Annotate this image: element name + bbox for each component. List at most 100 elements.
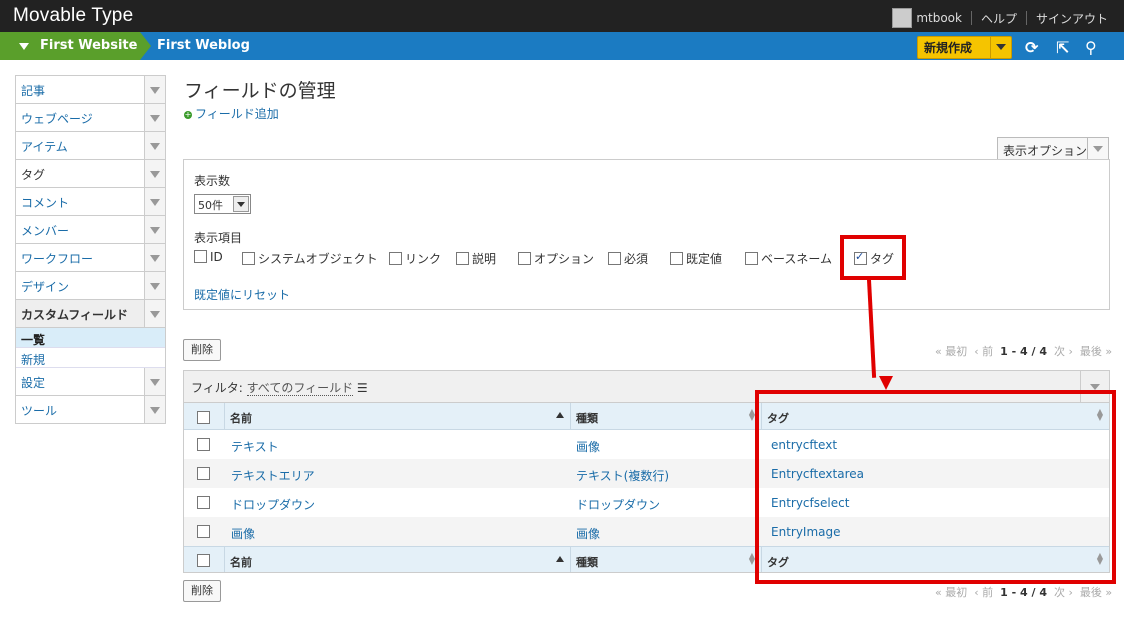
column-option-basename[interactable]: ベースネーム	[745, 250, 832, 267]
sidebar-item-workflow[interactable]: ワークフロー	[16, 244, 165, 272]
help-link[interactable]: ヘルプ	[981, 10, 1017, 27]
field-type-link[interactable]: 画像	[576, 438, 600, 455]
chevron-down-icon[interactable]	[144, 216, 165, 243]
sidebar-item-tags[interactable]: タグ	[16, 160, 165, 188]
row-checkbox[interactable]	[197, 438, 210, 451]
chevron-down-icon[interactable]	[144, 160, 165, 187]
column-option-system-object[interactable]: システムオブジェクト	[242, 250, 378, 267]
sidebar-item-tools[interactable]: ツール	[16, 396, 165, 423]
caret-down-icon	[19, 43, 29, 50]
chevron-down-icon[interactable]	[144, 132, 165, 159]
sidebar-item-assets[interactable]: アイテム	[16, 132, 165, 160]
pager-last: 最後 »	[1079, 345, 1113, 358]
view-site-icon[interactable]: ⇱	[1056, 38, 1069, 57]
chevron-down-icon[interactable]	[144, 396, 165, 423]
checkbox[interactable]	[518, 252, 531, 265]
search-icon[interactable]: ⚲	[1085, 38, 1097, 57]
chevron-down-icon[interactable]	[144, 244, 165, 271]
field-name-link[interactable]: テキスト	[231, 438, 279, 455]
chevron-down-icon[interactable]	[144, 104, 165, 131]
per-page-label: 表示数	[194, 174, 231, 188]
sidebar-item-custom-fields[interactable]: カスタムフィールド	[16, 300, 165, 328]
field-type-link[interactable]: テキスト(複数行)	[576, 467, 669, 484]
row-checkbox[interactable]	[197, 525, 210, 538]
chevron-down-icon[interactable]	[144, 272, 165, 299]
blog-name-link[interactable]: First Weblog	[157, 32, 250, 60]
sidebar-item-label: アイテム	[21, 140, 68, 154]
column-option-default[interactable]: 既定値	[670, 250, 722, 267]
field-type-link[interactable]: ドロップダウン	[576, 496, 660, 513]
sidebar-item-design[interactable]: デザイン	[16, 272, 165, 300]
filter-value[interactable]: すべてのフィールド	[246, 381, 354, 396]
user-name-link[interactable]: mtbook	[916, 11, 962, 25]
row-checkbox[interactable]	[197, 496, 210, 509]
sidebar-item-entries[interactable]: 記事	[16, 76, 165, 104]
delete-button-bottom[interactable]: 削除	[183, 580, 221, 602]
field-name-link[interactable]: 画像	[231, 525, 255, 542]
select-all-checkbox[interactable]	[197, 411, 210, 424]
column-header-type[interactable]: 種類 ▲ ▼	[570, 403, 761, 429]
reset-defaults-link[interactable]: 既定値にリセット	[194, 286, 290, 303]
column-option-label: 説明	[472, 252, 497, 266]
add-field-link[interactable]: + フィールド追加	[184, 105, 279, 122]
sidebar-subitem-list[interactable]: 一覧	[16, 328, 165, 348]
pager-next: 次 ›	[1054, 586, 1073, 599]
breadcrumb-chevron-icon	[140, 32, 151, 60]
chevron-down-icon	[1087, 138, 1108, 160]
sidebar-item-settings[interactable]: 設定	[16, 368, 165, 396]
page-title: フィールドの管理	[184, 80, 336, 102]
chevron-down-icon[interactable]	[144, 188, 165, 215]
chevron-down-icon[interactable]	[144, 76, 165, 103]
checkbox[interactable]	[745, 252, 758, 265]
column-option-label: システムオブジェクト	[258, 252, 378, 266]
sidebar-item-pages[interactable]: ウェブページ	[16, 104, 165, 132]
column-footer-name[interactable]: 名前	[224, 547, 570, 572]
pager-range: 1 - 4 / 4	[1000, 345, 1048, 358]
highlight-tag-option	[840, 235, 906, 280]
checkbox[interactable]	[194, 250, 207, 263]
sidebar-item-label: タグ	[21, 168, 46, 182]
sidebar-item-members[interactable]: メンバー	[16, 216, 165, 244]
sidebar-item-comments[interactable]: コメント	[16, 188, 165, 216]
checkbox[interactable]	[389, 252, 402, 265]
sidebar-item-label: ワークフロー	[21, 252, 94, 266]
pagination-bottom: « 最初 ‹ 前 1 - 4 / 4 次 › 最後 »	[935, 584, 1112, 600]
column-option-options[interactable]: オプション	[518, 250, 594, 267]
list-icon[interactable]: ☰	[357, 381, 368, 395]
column-option-link[interactable]: リンク	[389, 250, 441, 267]
select-all-checkbox[interactable]	[197, 554, 210, 567]
column-option-id[interactable]: ID	[194, 250, 223, 264]
add-field-label: フィールド追加	[195, 107, 279, 121]
field-name-link[interactable]: ドロップダウン	[231, 496, 315, 513]
sidebar-subitem-new[interactable]: 新規	[16, 348, 165, 368]
delete-button[interactable]: 削除	[183, 339, 221, 361]
refresh-icon[interactable]: ⟳	[1025, 38, 1038, 57]
filter-label-text: フィルタ:	[191, 381, 243, 395]
pager-first: « 最初	[935, 586, 968, 599]
column-option-required[interactable]: 必須	[608, 250, 648, 267]
pager-last: 最後 »	[1079, 586, 1113, 599]
signout-link[interactable]: サインアウト	[1036, 10, 1108, 27]
plus-icon: +	[184, 110, 192, 119]
column-header-name[interactable]: 名前	[224, 403, 570, 429]
sidebar-subitem-label: 新規	[21, 353, 46, 367]
website-selector[interactable]: First Website	[0, 32, 140, 60]
checkbox[interactable]	[670, 252, 683, 265]
chevron-down-icon[interactable]	[144, 300, 165, 327]
new-create-button[interactable]: 新規作成	[917, 36, 1012, 59]
column-footer-type[interactable]: 種類 ▲ ▼	[570, 547, 761, 572]
chevron-down-icon[interactable]	[144, 368, 165, 395]
annotation-arrow-head	[879, 376, 893, 390]
display-options-button[interactable]: 表示オプション	[997, 137, 1109, 161]
pagination: « 最初 ‹ 前 1 - 4 / 4 次 › 最後 »	[935, 343, 1112, 359]
new-create-dropdown-icon[interactable]	[990, 37, 1011, 58]
checkbox[interactable]	[608, 252, 621, 265]
checkbox[interactable]	[242, 252, 255, 265]
column-option-description[interactable]: 説明	[456, 250, 496, 267]
field-name-link[interactable]: テキストエリア	[231, 467, 315, 484]
per-page-select[interactable]: 50件	[194, 194, 251, 214]
checkbox[interactable]	[456, 252, 469, 265]
app-logo[interactable]: Movable Type	[13, 5, 133, 27]
row-checkbox[interactable]	[197, 467, 210, 480]
field-type-link[interactable]: 画像	[576, 525, 600, 542]
